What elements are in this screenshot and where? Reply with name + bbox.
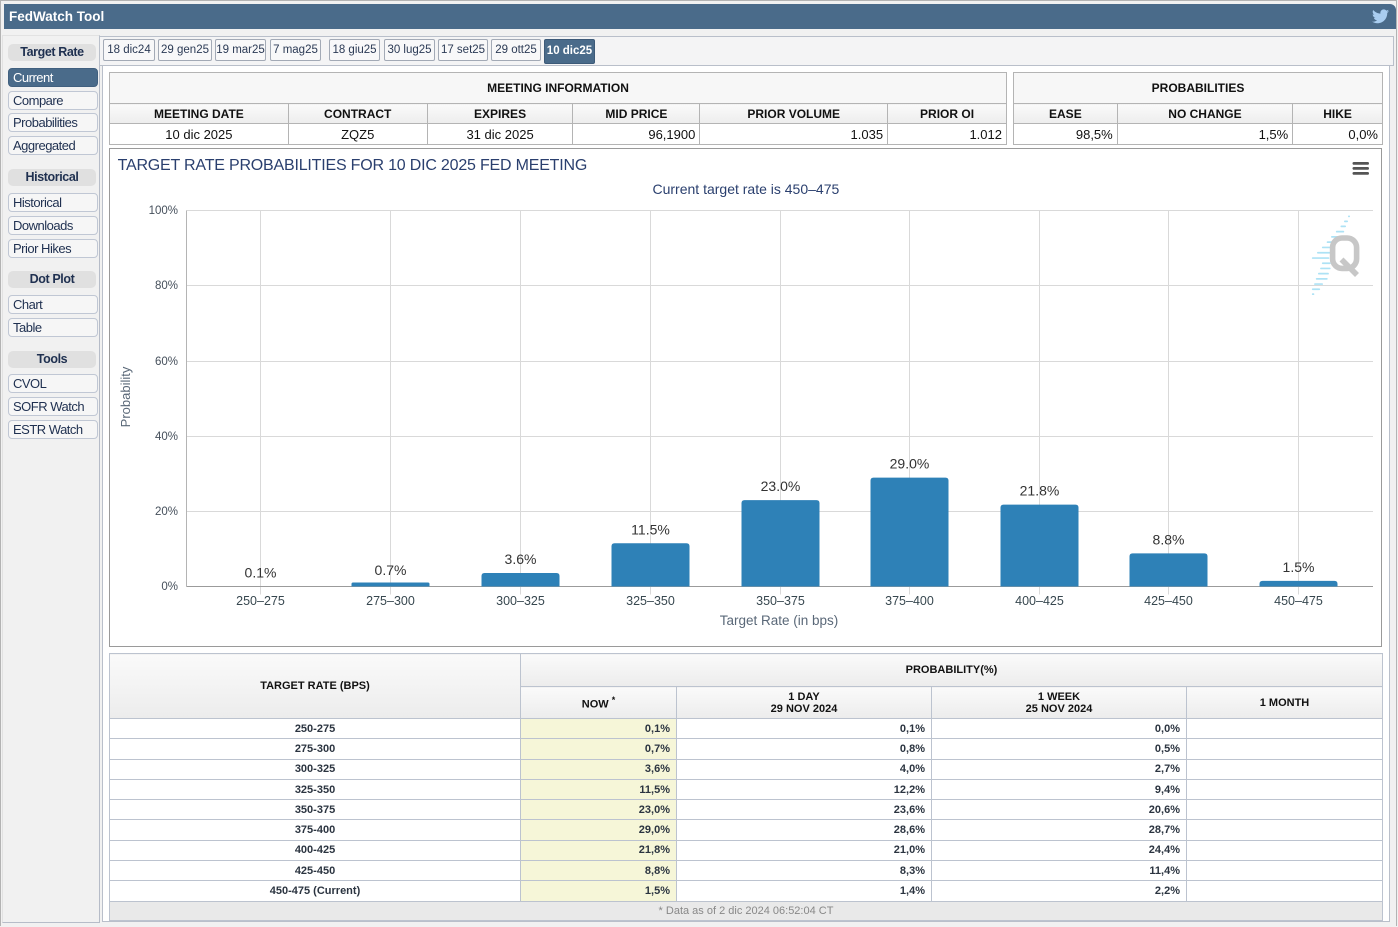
svg-text:20%: 20% [155,506,178,518]
svg-text:0%: 0% [161,581,178,593]
svg-text:100%: 100% [149,205,178,217]
svg-text:Current target rate is 450–475: Current target rate is 450–475 [653,181,840,197]
svg-text:80%: 80% [155,280,178,292]
svg-text:8.8%: 8.8% [1153,531,1185,547]
svg-text:425–450: 425–450 [1144,594,1193,608]
svg-text:275–300: 275–300 [366,594,415,608]
svg-text:350–375: 350–375 [756,594,805,608]
svg-text:29.0%: 29.0% [890,456,930,472]
svg-text:Target Rate (in bps): Target Rate (in bps) [720,613,839,628]
svg-text:3.6%: 3.6% [505,551,537,567]
svg-text:Probability: Probability [118,366,133,427]
svg-text:325–350: 325–350 [626,594,675,608]
svg-text:23.0%: 23.0% [761,478,801,494]
svg-text:375–400: 375–400 [885,594,934,608]
svg-text:400–425: 400–425 [1015,594,1064,608]
svg-text:11.5%: 11.5% [631,521,670,537]
svg-text:0.7%: 0.7% [375,562,407,578]
svg-text:TARGET RATE PROBABILITIES FOR: TARGET RATE PROBABILITIES FOR 10 DIC 202… [118,157,588,174]
svg-text:21.8%: 21.8% [1020,483,1060,499]
svg-text:60%: 60% [155,356,178,368]
svg-text:1.5%: 1.5% [1283,559,1315,575]
svg-text:450–475: 450–475 [1274,594,1323,608]
svg-text:40%: 40% [155,431,178,443]
svg-text:250–275: 250–275 [236,594,285,608]
svg-text:0.1%: 0.1% [245,565,277,581]
svg-text:300–325: 300–325 [496,594,545,608]
